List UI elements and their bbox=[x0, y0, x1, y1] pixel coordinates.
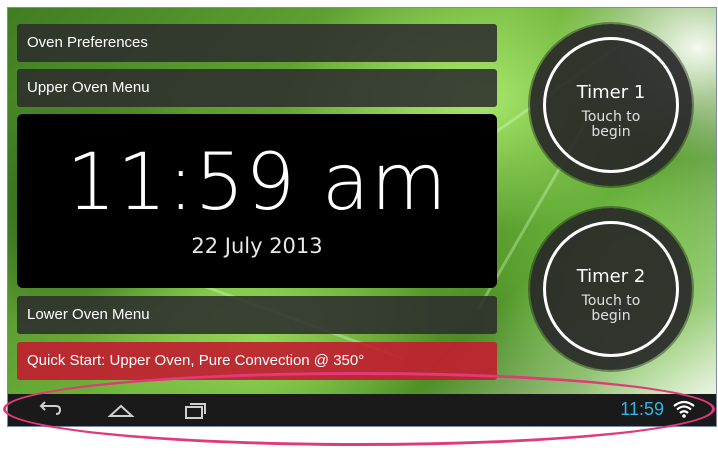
timer-1-button[interactable]: Timer 1 Touch to begin bbox=[530, 24, 692, 186]
oven-control-screen: Oven Preferences Upper Oven Menu 11:59 a… bbox=[7, 7, 717, 427]
clock-date: 22 July 2013 bbox=[191, 234, 323, 258]
timer-2-hint: Touch to begin bbox=[546, 294, 676, 324]
timer-2-ring: Timer 2 Touch to begin bbox=[543, 221, 679, 357]
upper-oven-menu-button[interactable]: Upper Oven Menu bbox=[17, 69, 497, 107]
home-icon[interactable] bbox=[106, 398, 136, 422]
wifi-icon bbox=[673, 400, 695, 418]
oven-preferences-button[interactable]: Oven Preferences bbox=[17, 24, 497, 62]
timer-1-hint-line1: Touch to bbox=[581, 109, 641, 125]
timer-2-hint-line1: Touch to bbox=[581, 293, 641, 309]
timer-2-button[interactable]: Timer 2 Touch to begin bbox=[530, 208, 692, 370]
status-clock: 11:59 bbox=[620, 399, 664, 419]
quick-start-label: Quick Start: Upper Oven, Pure Convection… bbox=[27, 352, 365, 369]
timer-1-hint: Touch to begin bbox=[546, 110, 676, 140]
timer-1-title: Timer 1 bbox=[576, 82, 646, 103]
android-navigation-bar: 11:59 bbox=[8, 394, 716, 426]
lower-oven-menu-label: Lower Oven Menu bbox=[27, 306, 150, 323]
clock-panel: 11:59 am 22 July 2013 bbox=[17, 114, 497, 288]
recent-apps-icon[interactable] bbox=[180, 398, 210, 422]
timer-2-title: Timer 2 bbox=[576, 266, 646, 287]
timer-1-hint-line2: begin bbox=[591, 124, 631, 140]
oven-preferences-label: Oven Preferences bbox=[27, 34, 148, 51]
upper-oven-menu-label: Upper Oven Menu bbox=[27, 79, 150, 96]
back-icon[interactable] bbox=[34, 398, 64, 422]
timer-2-hint-line2: begin bbox=[591, 308, 631, 324]
lower-oven-menu-button[interactable]: Lower Oven Menu bbox=[17, 296, 497, 334]
clock-time: 11:59 am bbox=[66, 138, 448, 228]
quick-start-button[interactable]: Quick Start: Upper Oven, Pure Convection… bbox=[17, 342, 497, 380]
timer-1-ring: Timer 1 Touch to begin bbox=[543, 37, 679, 173]
